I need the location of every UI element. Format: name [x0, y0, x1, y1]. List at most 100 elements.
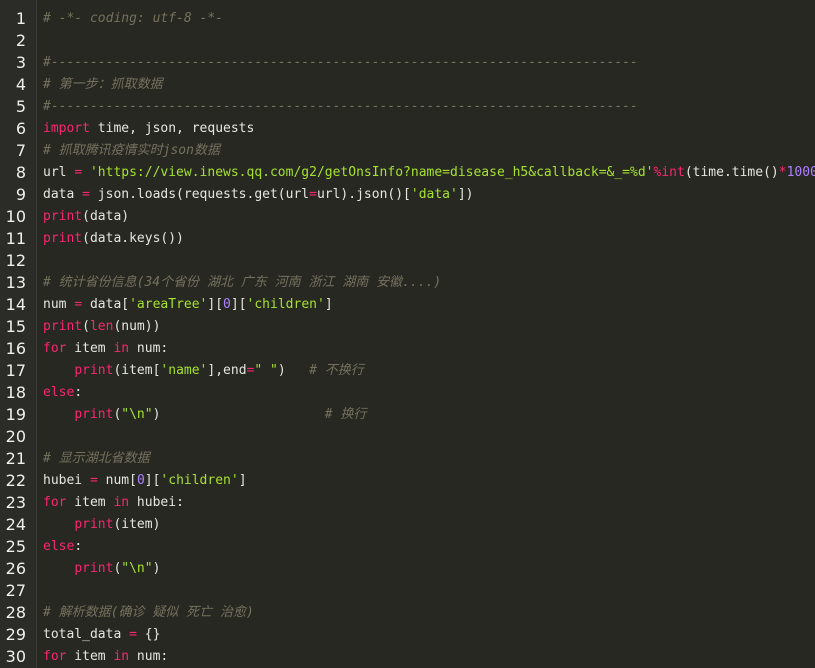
- code-line[interactable]: 28 # 解析数据(确诊 疑似 死亡 治愈): [0, 602, 815, 624]
- code-line[interactable]: 24 print(item): [0, 514, 815, 536]
- line-number: 11: [5, 229, 26, 248]
- code-token: ],end: [207, 363, 247, 378]
- code-line[interactable]: 25 else:: [0, 536, 815, 558]
- code-token: in: [113, 649, 130, 664]
- code-line[interactable]: 10 print(data): [0, 206, 815, 228]
- code-token: 'name': [160, 363, 208, 378]
- code-line[interactable]: 8 url = 'https://view.inews.qq.com/g2/get…: [0, 162, 815, 184]
- line-text: num = data['areaTree'][0]['children']: [43, 294, 333, 316]
- line-number: 30: [5, 647, 26, 666]
- code-line[interactable]: 9 data = json.loads(requests.get(url=url)…: [0, 184, 815, 206]
- code-line[interactable]: 23 for item in hubei:: [0, 492, 815, 514]
- line-number: 6: [15, 119, 26, 138]
- code-area[interactable]: 1 # -*- coding: utf-8 -*- 2 3 #-------------…: [0, 8, 815, 668]
- line-number: 29: [5, 625, 26, 644]
- line-number: 2: [15, 31, 26, 50]
- code-line[interactable]: 26 print("\n"): [0, 558, 815, 580]
- code-token: #---------------------------------------…: [43, 99, 638, 114]
- code-token: ][: [230, 297, 247, 312]
- code-token: (: [82, 319, 90, 334]
- code-token: (item[: [113, 363, 161, 378]
- code-line[interactable]: 2: [0, 30, 815, 52]
- code-line[interactable]: 13 # 统计省份信息(34个省份 湖北 广东 河南 浙江 湖南 安徽....): [0, 272, 815, 294]
- code-token: # 显示湖北省数据: [43, 451, 150, 466]
- line-number: 10: [5, 207, 26, 226]
- code-line[interactable]: 30 for item in num:: [0, 646, 815, 668]
- code-token: (item): [113, 517, 161, 532]
- line-text: data = json.loads(requests.get(url=url).…: [43, 184, 474, 206]
- code-token: 1000: [786, 165, 815, 180]
- code-token: json.loads(requests.get(url: [89, 187, 310, 202]
- code-line[interactable]: 14 num = data['areaTree'][0]['children']: [0, 294, 815, 316]
- code-token: url).json()[: [316, 187, 411, 202]
- code-token: (data): [82, 209, 130, 224]
- line-number: 28: [5, 603, 26, 622]
- code-line[interactable]: 17 print(item['name'],end=" ") # 不换行: [0, 360, 815, 382]
- code-line[interactable]: 6 import time, json, requests: [0, 118, 815, 140]
- line-text: hubei = num[0]['children']: [43, 470, 247, 492]
- line-text: else:: [43, 382, 82, 404]
- code-token: 0: [223, 297, 231, 312]
- code-line[interactable]: 29 total_data = {}: [0, 624, 815, 646]
- code-line[interactable]: 22 hubei = num[0]['children']: [0, 470, 815, 492]
- code-line[interactable]: 15 print(len(num)): [0, 316, 815, 338]
- line-number: 14: [5, 295, 26, 314]
- code-token: =: [89, 473, 98, 488]
- code-token: # 第一步：抓取数据: [43, 77, 163, 92]
- code-token: # 不换行: [309, 363, 364, 378]
- code-editor[interactable]: 1 # -*- coding: utf-8 -*- 2 3 #-------------…: [0, 0, 815, 668]
- code-token: num:: [129, 341, 169, 356]
- code-token: num[: [97, 473, 137, 488]
- code-token: item: [66, 495, 114, 510]
- code-token: 'https://view.inews.qq.com/g2/getOnsInfo…: [89, 165, 654, 180]
- code-token: num:: [129, 649, 169, 664]
- line-number: 4: [15, 75, 26, 94]
- code-line[interactable]: 3 #--------------------------------------…: [0, 52, 815, 74]
- code-token: # 解析数据(确诊 疑似 死亡 治愈): [43, 605, 254, 620]
- code-line[interactable]: 7 # 抓取腾讯疫情实时json数据: [0, 140, 815, 162]
- code-token: (time.time(): [684, 165, 779, 180]
- code-line[interactable]: 5 #--------------------------------------…: [0, 96, 815, 118]
- line-text: print("\n") # 换行: [43, 404, 366, 426]
- code-token: item: [66, 341, 114, 356]
- code-token: num: [43, 297, 75, 312]
- code-token: 'data': [410, 187, 458, 202]
- code-line[interactable]: 18 else:: [0, 382, 815, 404]
- line-text: print(item['name'],end=" ") # 不换行: [43, 360, 364, 382]
- code-token: # 换行: [324, 407, 367, 422]
- line-number: 17: [5, 361, 26, 380]
- code-line[interactable]: 27: [0, 580, 815, 602]
- code-token: print: [43, 231, 83, 246]
- code-token: len: [89, 319, 114, 334]
- code-token: ]: [238, 473, 247, 488]
- code-token: int: [661, 165, 685, 180]
- code-token: else: [43, 385, 75, 400]
- code-line[interactable]: 11 print(data.keys()): [0, 228, 815, 250]
- line-number: 23: [5, 493, 26, 512]
- code-line[interactable]: 1 # -*- coding: utf-8 -*-: [0, 8, 815, 30]
- code-token: =: [129, 627, 137, 642]
- line-text: print(item): [43, 514, 160, 536]
- code-token: data: [43, 187, 83, 202]
- code-token: "\n": [121, 561, 153, 576]
- line-number: 24: [5, 515, 26, 534]
- code-line[interactable]: 20: [0, 426, 815, 448]
- code-token: :: [74, 385, 83, 400]
- line-text: # 第一步：抓取数据: [43, 74, 163, 96]
- code-token: 'children': [246, 297, 325, 312]
- code-line[interactable]: 19 print("\n") # 换行: [0, 404, 815, 426]
- code-line[interactable]: 12: [0, 250, 815, 272]
- code-token: data[: [82, 297, 130, 312]
- line-text: for item in num:: [43, 646, 168, 668]
- code-line[interactable]: 21 # 显示湖北省数据: [0, 448, 815, 470]
- code-token: hubei:: [129, 495, 184, 510]
- line-number: 7: [15, 141, 26, 160]
- line-text: # 统计省份信息(34个省份 湖北 广东 河南 浙江 湖南 安徽....): [43, 272, 441, 294]
- code-token: in: [113, 495, 130, 510]
- code-token: =: [74, 165, 83, 180]
- code-line[interactable]: 16 for item in num:: [0, 338, 815, 360]
- code-line[interactable]: 4 # 第一步：抓取数据: [0, 74, 815, 96]
- code-token: time, json, requests: [89, 121, 255, 136]
